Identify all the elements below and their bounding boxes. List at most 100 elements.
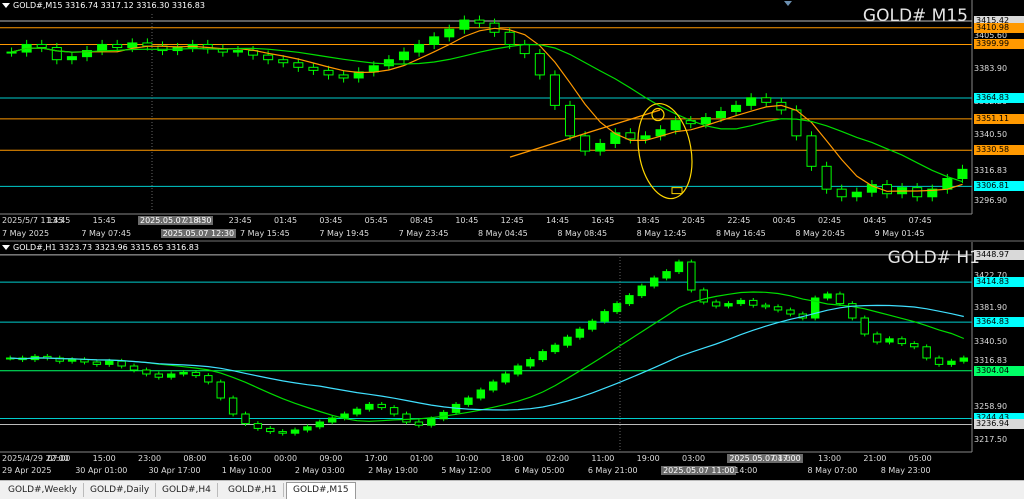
price-label: 3296.90 (974, 196, 1008, 206)
candle-body (595, 142, 606, 152)
time-label: 6 May 21:00 (587, 466, 638, 475)
price-tag: 3364.83 (974, 93, 1024, 104)
candle-body (563, 336, 572, 346)
price-tag: 3399.99 (974, 39, 1024, 50)
candle-body (216, 381, 225, 399)
candle-body (625, 132, 636, 140)
candle-body (112, 43, 123, 49)
time-label: 04:45 (863, 216, 887, 225)
candle-body (154, 373, 164, 378)
scroll-marker-icon[interactable] (784, 1, 792, 6)
candle-body (232, 50, 243, 53)
time-label: 04:00 (772, 454, 796, 463)
candle-body (389, 407, 399, 415)
price-label: 3383.90 (974, 63, 1008, 73)
time-label: 17:00 (364, 454, 388, 463)
candle-body (625, 295, 634, 305)
time-label: 10:45 (455, 216, 479, 225)
time-label: 8 May 08:45 (557, 229, 608, 238)
time-label: 07:45 (908, 216, 932, 225)
candle-body (791, 109, 802, 137)
candle-body (66, 56, 77, 61)
time-label: 9 May 01:45 (874, 229, 925, 238)
candle-body (402, 413, 411, 423)
time-label: 6 May 05:00 (514, 466, 565, 475)
candle-body (526, 359, 535, 367)
chart-panel-h1[interactable]: GOLD#,H1 3323.73 3323.96 3315.65 3316.83… (0, 242, 1024, 478)
candle-body (383, 59, 394, 67)
candle-body (327, 417, 337, 423)
time-label: 23:00 (138, 454, 162, 463)
candle-body (253, 423, 263, 429)
time-label: 1 May 10:00 (221, 466, 272, 475)
tab-weekly[interactable]: GOLD#,Weekly (2, 483, 84, 497)
price-label: 3316.83 (974, 166, 1008, 176)
price-chart-m15[interactable] (0, 0, 1024, 240)
candle-body (365, 403, 374, 410)
time-label: 15:00 (92, 454, 116, 463)
candle-body (444, 28, 455, 38)
candle-body (575, 328, 585, 338)
candle-body (786, 309, 795, 315)
price-tag: 3364.83 (974, 317, 1024, 328)
price-chart-h1[interactable] (0, 242, 1024, 478)
candle-body (429, 36, 440, 45)
time-label: 05:00 (908, 454, 932, 463)
tab-m15[interactable]: GOLD#,M15 (286, 482, 356, 499)
time-label: 03:45 (319, 216, 343, 225)
time-label: 01:00 (410, 454, 434, 463)
candle-body (166, 373, 176, 378)
candle-body (851, 191, 862, 198)
time-label: 22:45 (727, 216, 751, 225)
time-label: 5 May 12:00 (441, 466, 492, 475)
candle-body (761, 304, 770, 308)
tab-h4[interactable]: GOLD#,H4 (156, 483, 218, 497)
candle-body (228, 397, 238, 415)
candle-body (338, 74, 349, 79)
candle-body (549, 74, 560, 106)
dropdown-triangle-icon[interactable] (2, 245, 10, 250)
chart-panel-m15[interactable]: GOLD#,M15 3316.74 3317.12 3316.30 3316.8… (0, 0, 1024, 240)
candle-body (368, 65, 379, 73)
candle-body (290, 429, 300, 434)
price-tag: 3236.94 (974, 419, 1024, 430)
candle-body (504, 31, 515, 45)
annotation-ellipse (637, 102, 693, 200)
candle-body (105, 360, 114, 365)
ma-slow-line (11, 43, 963, 183)
time-label: 8 May 12:45 (636, 229, 687, 238)
time-label: 2 May 19:00 (368, 466, 418, 475)
time-label: 02:45 (818, 216, 842, 225)
time-label: 13:45 (47, 216, 71, 225)
time-label: 23:45 (228, 216, 252, 225)
candle-body (377, 403, 386, 409)
time-label: 08:00 (183, 454, 207, 463)
candle-body (204, 375, 213, 383)
time-label: 7 May 19:45 (319, 229, 370, 238)
time-label: 14:00 (734, 466, 758, 475)
candle-body (464, 397, 473, 405)
candle-body (835, 293, 845, 305)
time-label: 14:45 (546, 216, 570, 225)
candle-body (293, 62, 304, 68)
candle-body (773, 306, 783, 311)
candle-body (476, 389, 486, 399)
time-label: 10:00 (455, 454, 479, 463)
tab-h1[interactable]: GOLD#,H1 (222, 483, 284, 497)
candle-body (947, 360, 956, 365)
price-tag: 3330.58 (974, 145, 1024, 156)
time-label: 8 May 23:00 (880, 466, 931, 475)
price-tag: 3410.98 (974, 22, 1024, 33)
candle-body (885, 338, 894, 343)
candle-body (761, 97, 772, 103)
price-tag: 3304.04 (974, 365, 1024, 376)
candle-body (922, 346, 931, 359)
dropdown-triangle-icon[interactable] (2, 3, 10, 8)
time-label: 00:45 (772, 216, 796, 225)
candle-body (519, 43, 530, 55)
price-label: 3381.90 (974, 303, 1008, 313)
candle-body (414, 43, 425, 53)
time-label: 8 May 04:45 (478, 229, 528, 238)
chart-tabs-bar: GOLD#,Weekly GOLD#,Daily GOLD#,H4 GOLD#,… (0, 480, 1024, 499)
tab-daily[interactable]: GOLD#,Daily (84, 483, 157, 497)
